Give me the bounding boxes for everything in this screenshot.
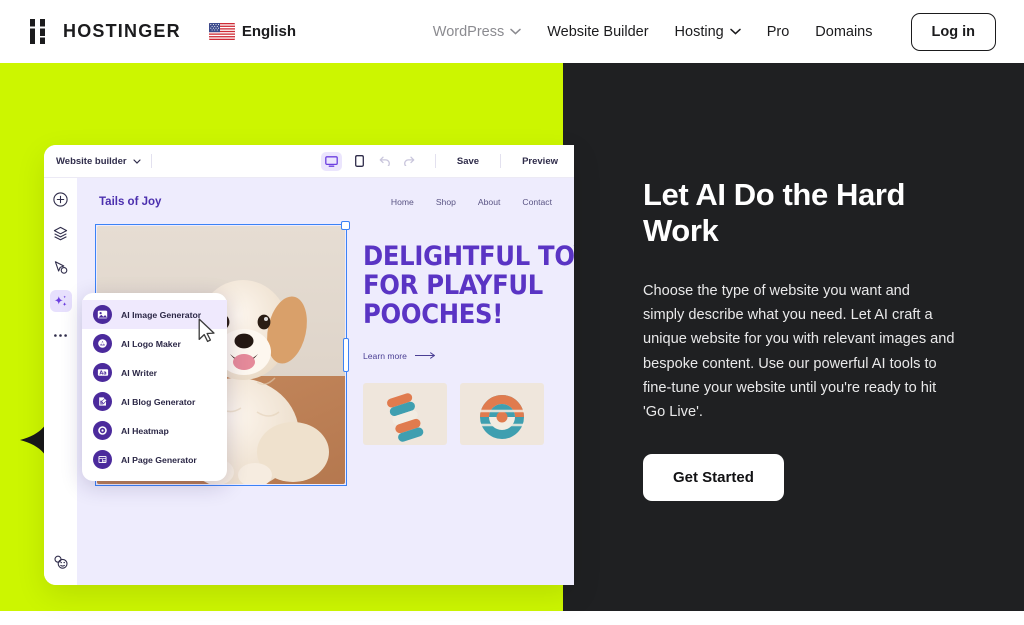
ai-page-icon bbox=[93, 450, 112, 469]
hero-copy: Let AI Do the Hard Work Choose the type … bbox=[643, 177, 955, 502]
canvas-nav-contact[interactable]: Contact bbox=[522, 197, 552, 207]
nav-item-domains[interactable]: Domains bbox=[815, 24, 872, 40]
canvas-product-thumbnails bbox=[363, 383, 574, 446]
language-selector[interactable]: English bbox=[208, 23, 296, 40]
builder-left-rail bbox=[44, 178, 77, 585]
language-label: English bbox=[241, 23, 296, 40]
builder-actions: Save Preview bbox=[320, 151, 562, 171]
hostinger-h-logo-icon bbox=[28, 18, 54, 45]
canvas-nav-about[interactable]: About bbox=[478, 197, 500, 207]
canvas-site-header: Tails of Joy Home Shop About Contact bbox=[77, 178, 574, 226]
builder-preview-button[interactable]: Preview bbox=[518, 156, 562, 167]
canvas-nav-home[interactable]: Home bbox=[391, 197, 414, 207]
builder-project-label: Website builder bbox=[56, 155, 127, 167]
nav-item-hosting[interactable]: Hosting bbox=[675, 24, 741, 40]
canvas-hero-copy: DELIGHTFUL TOYS FOR PLAYFUL POOCHES! Lea… bbox=[363, 226, 574, 484]
nav-label-website-builder: Website Builder bbox=[547, 23, 649, 40]
ai-menu-label-heatmap: AI Heatmap bbox=[121, 425, 169, 436]
product-thumbnail-rope-toy[interactable] bbox=[363, 383, 447, 446]
nav-item-pro[interactable]: Pro bbox=[767, 24, 790, 40]
mouse-cursor-icon bbox=[198, 318, 216, 348]
more-dots-icon[interactable] bbox=[50, 324, 72, 346]
resize-handle-middle-right[interactable] bbox=[343, 338, 349, 372]
cursor-pointer-icon[interactable] bbox=[50, 256, 72, 278]
brand-logo[interactable]: HOSTINGER bbox=[28, 18, 181, 45]
get-started-button[interactable]: Get Started bbox=[643, 454, 784, 502]
sparkle-ai-icon[interactable] bbox=[49, 290, 72, 312]
resize-handle-top-right[interactable] bbox=[341, 221, 350, 230]
ai-menu-label-writer: AI Writer bbox=[121, 367, 158, 378]
undo-arrow-icon[interactable] bbox=[377, 153, 394, 170]
canvas-site-nav: Home Shop About Contact bbox=[391, 197, 552, 207]
chevron-down-icon bbox=[510, 28, 521, 35]
us-flag-icon bbox=[208, 23, 235, 40]
canvas-headline-line-3: POOCHES! bbox=[363, 299, 504, 331]
ai-logo-icon bbox=[93, 334, 112, 353]
mobile-phone-icon[interactable] bbox=[349, 152, 370, 171]
chevron-down-icon bbox=[132, 156, 141, 167]
svg-text:Aa: Aa bbox=[99, 370, 106, 376]
divider bbox=[500, 154, 502, 168]
ai-menu-item-blog-generator[interactable]: AI Blog Generator bbox=[82, 387, 227, 416]
help-smiley-icon[interactable] bbox=[50, 551, 72, 573]
hero-section: Let AI Do the Hard Work Choose the type … bbox=[0, 63, 1024, 611]
ai-blog-icon bbox=[93, 392, 112, 411]
desktop-monitor-icon[interactable] bbox=[320, 151, 342, 171]
builder-topbar: Website builder Save Preview bbox=[44, 145, 574, 178]
ai-menu-label-blog-generator: AI Blog Generator bbox=[121, 396, 196, 407]
ai-heatmap-icon bbox=[93, 421, 112, 440]
nav-item-website-builder[interactable]: Website Builder bbox=[547, 24, 648, 40]
ai-writer-aa-icon: Aa bbox=[93, 363, 112, 382]
divider bbox=[434, 154, 436, 168]
layers-icon[interactable] bbox=[50, 222, 72, 244]
builder-save-button[interactable]: Save bbox=[453, 156, 483, 167]
canvas-learn-more-link[interactable]: Learn more bbox=[363, 351, 574, 361]
canvas-site-logo: Tails of Joy bbox=[99, 196, 162, 208]
canvas-headline-line-2: FOR PLAYFUL bbox=[363, 270, 543, 302]
site-header: HOSTINGER English WordPress Website Buil… bbox=[0, 0, 1024, 63]
ai-menu-label-page-generator: AI Page Generator bbox=[121, 454, 197, 465]
chevron-down-icon bbox=[729, 28, 741, 35]
nav-label-wordpress: WordPress bbox=[432, 23, 505, 40]
ai-menu-item-page-generator[interactable]: AI Page Generator bbox=[82, 445, 227, 474]
arrow-right-icon bbox=[414, 351, 437, 361]
add-element-plus-circle-icon[interactable] bbox=[50, 188, 72, 210]
hero-right-panel: Let AI Do the Hard Work Choose the type … bbox=[563, 63, 1024, 611]
login-button[interactable]: Log in bbox=[910, 12, 996, 51]
ai-menu-item-writer[interactable]: Aa AI Writer bbox=[82, 358, 227, 387]
nav-label-pro: Pro bbox=[766, 23, 790, 40]
canvas-nav-shop[interactable]: Shop bbox=[436, 197, 456, 207]
brand-name: HOSTINGER bbox=[63, 21, 181, 41]
canvas-learn-more-label: Learn more bbox=[363, 351, 407, 362]
main-navigation: WordPress Website Builder Hosting Pro Do… bbox=[433, 12, 996, 51]
hero-body: Choose the type of website you want and … bbox=[643, 282, 955, 420]
product-thumbnail-ball-toy[interactable] bbox=[460, 383, 544, 446]
hero-title: Let AI Do the Hard Work bbox=[643, 177, 906, 248]
ai-menu-label-logo-maker: AI Logo Maker bbox=[121, 338, 181, 349]
divider bbox=[150, 154, 152, 168]
nav-label-hosting: Hosting bbox=[674, 23, 724, 40]
hostinger-ai-builder-page: HOSTINGER English WordPress Website Buil… bbox=[0, 0, 1024, 625]
ai-menu-item-heatmap[interactable]: AI Heatmap bbox=[82, 416, 227, 445]
nav-item-wordpress[interactable]: WordPress bbox=[433, 24, 521, 40]
nav-label-domains: Domains bbox=[815, 23, 873, 40]
ai-image-icon bbox=[93, 305, 112, 324]
redo-arrow-icon[interactable] bbox=[401, 153, 418, 170]
canvas-headline-line-1: DELIGHTFUL TOYS bbox=[363, 241, 574, 272]
ai-menu-label-image-generator: AI Image Generator bbox=[121, 309, 202, 320]
builder-project-select[interactable]: Website builder bbox=[56, 156, 141, 167]
